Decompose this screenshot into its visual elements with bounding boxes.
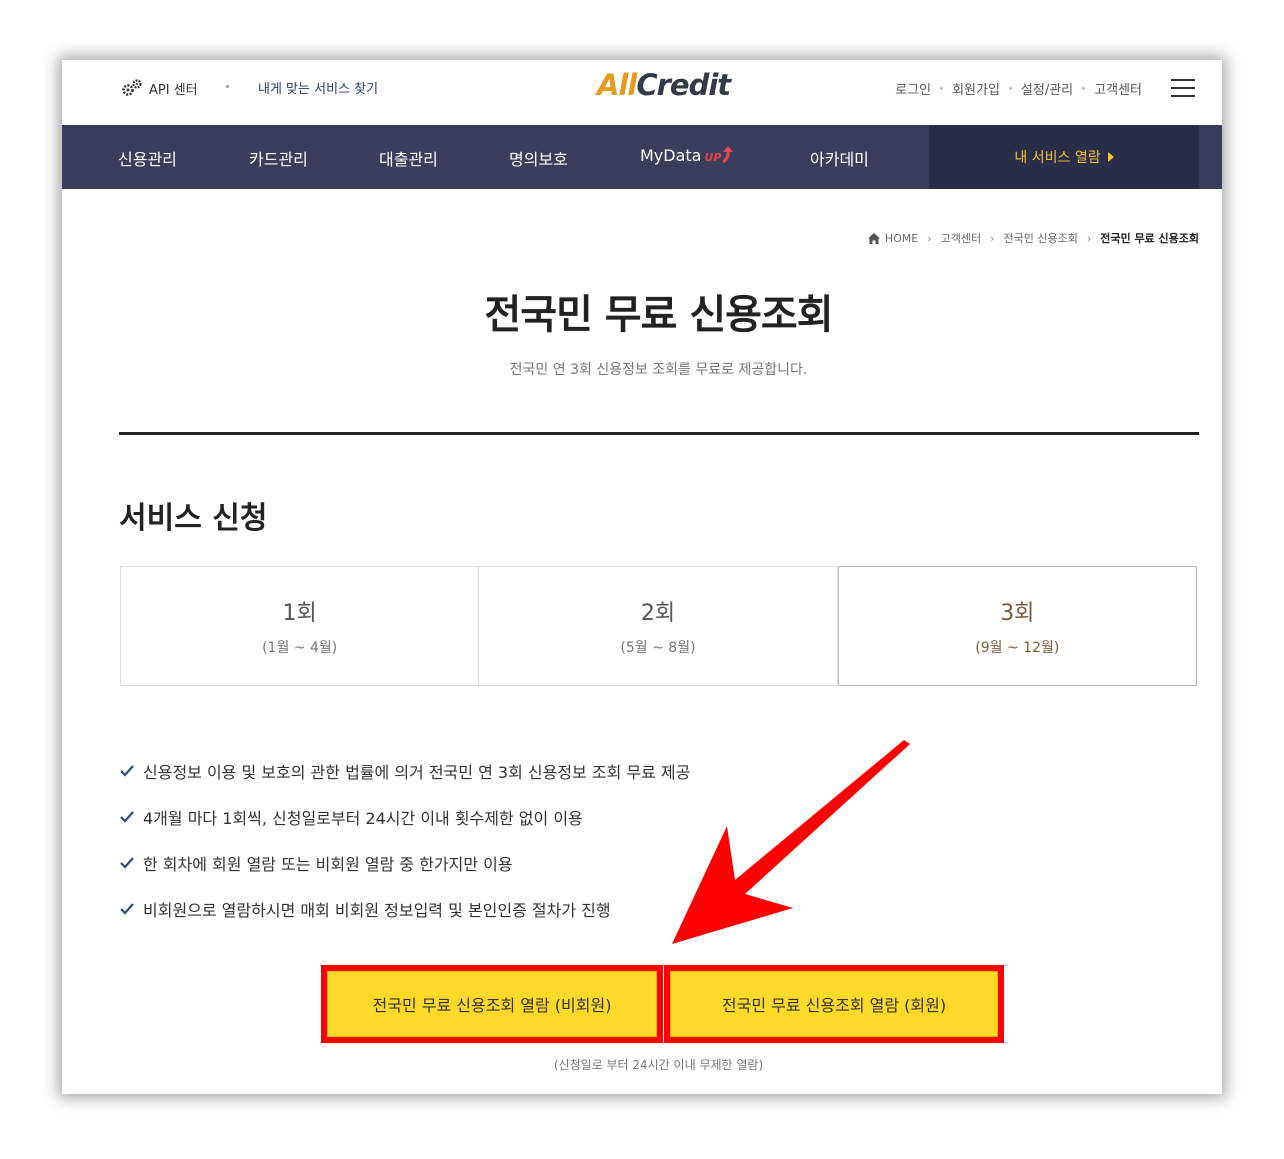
member-highlight-box: 전국민 무료 신용조회 열람 (회원) [664,965,1004,1043]
api-center-label: API 센터 [149,82,198,98]
nav-card-management[interactable]: 카드관리 [249,146,308,170]
notes-list: 신용정보 이용 및 보호의 관한 법률에 의거 전국민 연 3회 신용정보 조회… [120,748,690,932]
round-range: (9월 ~ 12월) [975,640,1060,656]
round-number: 3회 [1000,601,1035,626]
breadcrumb-credit-check[interactable]: 전국민 신용조회 [1004,230,1078,246]
signup-link[interactable]: 회원가입 [952,79,1000,98]
separator-dot [1082,87,1086,90]
chevron-right-icon: › [990,231,995,245]
nonmember-view-button[interactable]: 전국민 무료 신용조회 열람 (비회원) [327,971,657,1037]
logo-credit: Credit [636,68,731,102]
logo-all: All [597,68,637,102]
breadcrumb-customer-center[interactable]: 고객센터 [941,230,981,246]
chevron-right-icon: › [1086,231,1092,245]
list-item: 신용정보 이용 및 보호의 관한 법률에 의거 전국민 연 3회 신용정보 조회… [120,748,690,794]
section-title: 서비스 신청 [119,501,268,536]
home-icon [867,232,880,244]
nonmember-highlight-box: 전국민 무료 신용조회 열람 (비회원) [321,965,663,1043]
my-service-label: 내 서비스 열람 [1014,150,1101,166]
separator-dot [940,87,944,90]
separator-dot [226,85,229,88]
round-range: (5월 ~ 8월) [620,640,696,656]
main-nav: 신용관리 카드관리 대출관리 명의보호 MyData UP 아카데미 내 서비스 … [62,125,1222,189]
divider [119,432,1199,435]
note-text: 비회원으로 열람하시면 매회 비회원 정보입력 및 본인인증 절차가 진행 [143,901,611,920]
check-icon [120,903,134,915]
breadcrumb: HOME › 고객센터 › 전국민 신용조회 › 전국민 무료 신용조회 [867,230,1199,246]
list-item: 비회원으로 열람하시면 매회 비회원 정보입력 및 본인인증 절차가 진행 [120,886,690,932]
caret-right-icon [1107,152,1114,162]
list-item: 4개월 마다 1회씩, 신청일로부터 24시간 이내 횟수제한 없이 이용 [120,794,690,840]
utility-links: 로그인 회원가입 설정/관리 고객센터 [895,79,1142,98]
nav-mydata[interactable]: MyData UP [640,146,735,165]
nav-loan-management[interactable]: 대출관리 [379,146,438,170]
my-service-button[interactable]: 내 서비스 열람 [929,125,1199,189]
page-subtitle: 전국민 연 3회 신용정보 조회를 무료로 제공합니다. [509,362,808,378]
round-3-current: 3회 (9월 ~ 12월) [837,566,1197,686]
button-note: (신청일로 부터 24시간 이내 무제한 열람) [553,1058,764,1072]
list-item: 한 회차에 회원 열람 또는 비회원 열람 중 한가지만 이용 [120,840,690,886]
separator-dot [1008,87,1012,90]
check-icon [120,811,134,823]
gears-icon [120,78,144,98]
check-icon [120,765,134,777]
rounds-table: 1회 (1월 ~ 4월) 2회 (5월 ~ 8월) 3회 (9월 ~ 12월) [120,566,1197,686]
chevron-right-icon: › [927,231,932,245]
breadcrumb-home[interactable]: HOME [885,232,918,245]
up-arrow-icon [722,146,734,164]
page-title: 전국민 무료 신용조회 [484,292,833,338]
round-number: 2회 [640,601,676,626]
round-range: (1월 ~ 4월) [262,640,338,656]
check-icon [120,857,134,869]
browser-page: API 센터 내게 맞는 서비스 찾기 AllCredit 로그인 회원가입 설… [62,60,1222,1094]
round-2: 2회 (5월 ~ 8월) [479,567,838,685]
note-text: 신용정보 이용 및 보호의 관한 법률에 의거 전국민 연 3회 신용정보 조회… [143,763,691,782]
hamburger-menu-icon[interactable] [1171,79,1195,97]
top-bar: API 센터 내게 맞는 서비스 찾기 AllCredit 로그인 회원가입 설… [62,60,1222,125]
api-center-link[interactable]: API 센터 [120,78,198,98]
mydata-up-badge: UP [704,151,722,164]
nav-mydata-label: MyData [640,146,702,165]
breadcrumb-current: 전국민 무료 신용조회 [1100,232,1199,245]
nav-credit-management[interactable]: 신용관리 [118,146,177,170]
note-text: 한 회차에 회원 열람 또는 비회원 열람 중 한가지만 이용 [143,855,513,874]
round-1: 1회 (1월 ~ 4월) [121,567,480,685]
allcredit-logo[interactable]: AllCredit [597,68,731,102]
settings-link[interactable]: 설정/관리 [1021,79,1073,98]
customer-center-link[interactable]: 고객센터 [1094,79,1142,98]
note-text: 4개월 마다 1회씩, 신청일로부터 24시간 이내 횟수제한 없이 이용 [143,809,583,828]
nav-academy[interactable]: 아카데미 [810,146,869,170]
service-find-link[interactable]: 내게 맞는 서비스 찾기 [258,78,378,97]
member-view-button[interactable]: 전국민 무료 신용조회 열람 (회원) [670,971,998,1037]
nav-identity-protection[interactable]: 명의보호 [509,146,568,170]
round-number: 1회 [282,601,317,626]
login-link[interactable]: 로그인 [895,79,931,98]
